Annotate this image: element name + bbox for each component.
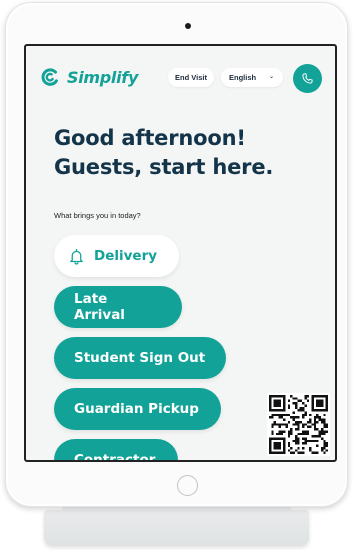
greeting-line-1: Good afternoon! xyxy=(54,126,246,150)
stand-base xyxy=(44,510,309,546)
brand-name: Simplify xyxy=(67,67,139,87)
bell-icon xyxy=(70,248,83,265)
language-select[interactable]: English ⌄ xyxy=(221,68,283,87)
qr-code xyxy=(267,393,330,456)
phone-icon xyxy=(302,73,313,84)
option-student-sign-out-button[interactable]: Student Sign Out xyxy=(54,337,226,379)
call-button[interactable] xyxy=(293,64,322,93)
option-label: Contractor xyxy=(74,452,156,462)
simplify-logo-icon xyxy=(41,68,58,86)
greeting-line-2: Guests, start here. xyxy=(54,155,274,179)
end-visit-button[interactable]: End Visit xyxy=(168,68,214,87)
option-contractor-button[interactable]: Contractor xyxy=(54,439,178,462)
greeting-heading: Good afternoon! Guests, start here. xyxy=(54,124,324,182)
option-label: Late Arrival xyxy=(74,291,125,323)
option-late-arrival-button[interactable]: Late Arrival xyxy=(54,286,182,328)
home-button[interactable] xyxy=(177,475,198,496)
chevron-down-icon: ⌄ xyxy=(268,74,274,80)
kiosk-screen: Simplify End Visit English ⌄ Good aftern… xyxy=(24,44,337,462)
visit-reason-prompt: What brings you in today? xyxy=(54,211,141,220)
option-label: Delivery xyxy=(94,248,158,264)
option-label: Student Sign Out xyxy=(74,350,206,366)
option-guardian-pickup-button[interactable]: Guardian Pickup xyxy=(54,388,221,430)
option-label: Guardian Pickup xyxy=(74,401,199,417)
option-delivery-button[interactable]: Delivery xyxy=(54,235,179,277)
qr-code-icon xyxy=(269,395,328,454)
language-value: English xyxy=(229,73,257,82)
camera xyxy=(185,23,191,29)
brand-logo: Simplify xyxy=(40,66,138,88)
